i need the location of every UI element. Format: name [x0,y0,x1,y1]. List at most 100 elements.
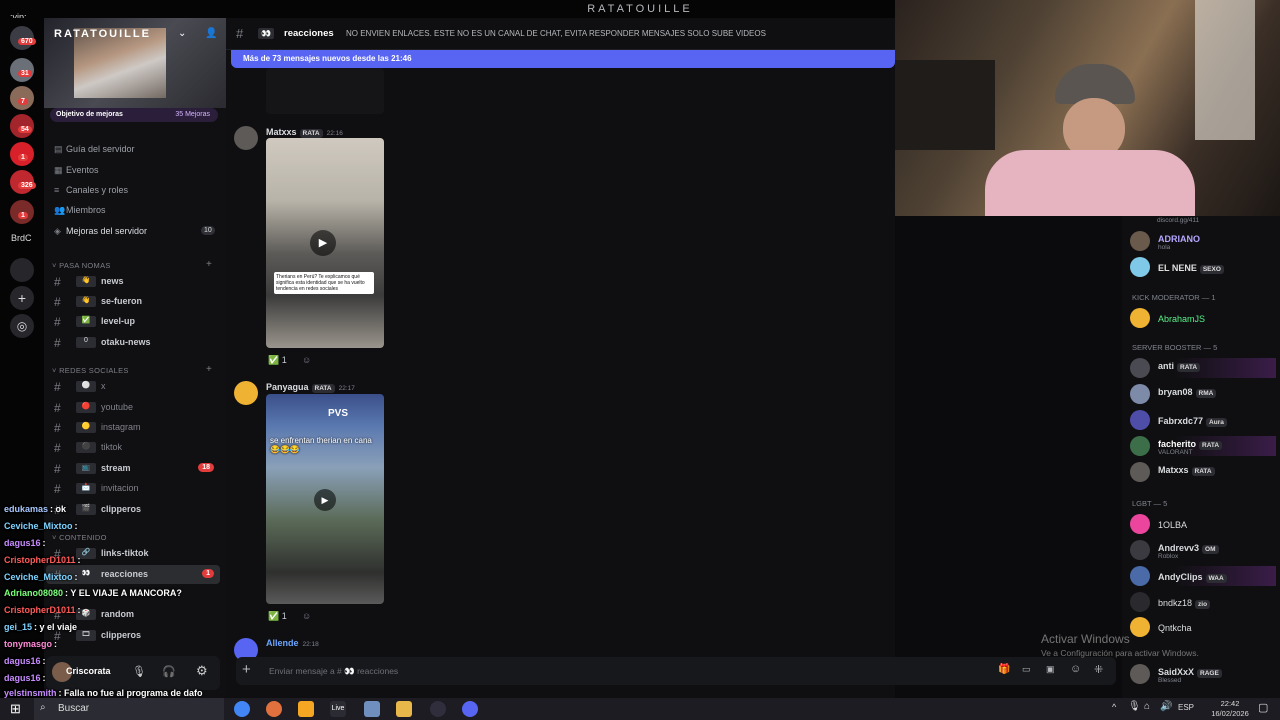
chrome-icon[interactable] [234,701,250,717]
member-item[interactable]: 1OLBA [1130,514,1276,534]
folder-icon[interactable] [396,701,412,717]
add-channel-icon[interactable]: + [206,364,212,375]
add-channel-icon[interactable]: + [206,259,212,270]
avatar[interactable] [234,381,258,405]
server-badge-2: 7 [18,98,28,105]
category-pasa-nomas[interactable]: ˅ PASA NOMAS [52,261,111,270]
user-name[interactable]: Criscorata [66,666,111,676]
tray-chevron-icon[interactable]: ^ [1112,702,1116,712]
files-icon[interactable] [364,701,380,717]
menu-server-guide[interactable]: ▤ Guía del servidor [54,144,135,155]
apps-icon[interactable]: ⁜ [1094,663,1103,676]
video-attachment[interactable]: PVS se enfrentan therian en cana 😂😂😂 ▶ [266,394,384,604]
search-placeholder: Buscar [58,703,90,714]
brave-icon[interactable] [298,701,314,717]
stream-chat-line: yelstinsmith: Falla no fue al programa d… [4,688,203,698]
server-icon-7[interactable] [10,258,34,282]
channel-youtube[interactable]: # 🔴 youtube [46,398,220,417]
video-attachment[interactable]: ▶ Therians en Perú? Te explicamos qué si… [266,138,384,348]
channel-topic[interactable]: NO ENVIEN ENLACES. ESTE NO ES UN CANAL D… [346,29,766,38]
gift-icon[interactable]: 🎁 [998,664,1010,675]
add-server-icon[interactable]: + [10,286,34,310]
member-item[interactable]: facherito RATA VALORANT [1130,436,1276,456]
channel-news[interactable]: # 👋 news [46,272,220,291]
menu-server-boosts[interactable]: ◈ Mejoras del servidor [54,226,147,237]
text-channel-icon: # [54,421,61,435]
category-redes-sociales[interactable]: ˅ REDES SOCIALES [52,366,129,375]
message-author[interactable]: Matxxs [266,127,297,137]
channel-instagram[interactable]: # 🟡 instagram [46,418,220,437]
windows-start-icon[interactable]: ⊞ [10,701,21,717]
channel-stream[interactable]: # 📺 stream 18 [46,459,220,478]
channel-level-up[interactable]: # ✅ level-up [46,312,220,331]
microphone-tray-icon[interactable]: 🎙 [1128,701,1141,712]
settings-gear-icon[interactable]: ⚙ [196,663,208,679]
play-icon[interactable]: ▶ [310,230,336,256]
invite-icon[interactable]: 👤 [205,28,217,39]
member-item[interactable]: AndyClips WAA [1130,566,1276,586]
emoji-icon[interactable]: ☺ [1070,663,1081,675]
new-messages-text: Más de 73 mensajes nuevos desde las 21:4… [243,54,412,63]
copilot-icon[interactable] [266,701,282,717]
new-messages-bar[interactable]: Más de 73 mensajes nuevos desde las 21:4… [231,50,895,68]
channel-otaku-news[interactable]: #0 otaku-news [46,333,220,352]
poster-wall [895,60,995,150]
channel-se-fueron[interactable]: # 👋 se-fueron [46,292,220,311]
clock[interactable]: 22:42 16/02/2026 [1206,699,1254,719]
member-item[interactable]: bndkz18 zio [1130,592,1276,612]
member-item[interactable]: AbrahamJS [1130,308,1276,328]
menu-members[interactable]: 👥Miembros [54,205,106,216]
headphones-icon[interactable]: 🎧 [162,665,176,678]
menu-events[interactable]: ▦ Eventos [54,165,99,176]
network-icon[interactable]: ⌂ [1144,701,1150,712]
member-item[interactable]: Matxxs RATA [1130,462,1276,482]
message-input[interactable]: Enviar mensaje a # 👀 reacciones [269,666,398,677]
channel-invitacion[interactable]: # 📩 invitacion [46,479,220,498]
menu-channels-roles[interactable]: ≡ Canales y roles [54,185,128,195]
chevron-down-icon[interactable]: ⌄ [178,28,186,39]
live-app-icon[interactable]: Live [330,701,346,717]
discord-icon[interactable] [462,701,478,717]
obs-icon[interactable] [430,701,446,717]
reaction[interactable]: ✅ 1 [268,355,287,366]
video-attachment[interactable] [266,68,384,114]
server-name[interactable]: RATATOUILLE [54,28,151,40]
member-top-text: discord.gg/411 [1157,217,1200,224]
video-caption: se enfrentan therian en cana 😂😂😂 [270,436,372,454]
message-author[interactable]: Allende [266,638,299,648]
category-contenido[interactable]: ˅ CONTENIDO [52,533,107,542]
microphone-icon[interactable]: 🎙 [132,665,146,678]
member-item[interactable]: bryan08 RMA [1130,384,1276,404]
notifications-icon[interactable]: ▢ [1258,701,1268,714]
text-channel-icon: # [54,275,61,289]
channel-clipperos[interactable]: # 🎬 clipperos [46,500,220,519]
unread-badge: 18 [198,463,214,472]
member-item[interactable]: Andrevv3 OM Roblox [1130,540,1276,560]
channel-x[interactable]: # ⚪ x [46,377,220,396]
avatar[interactable] [234,126,258,150]
play-icon[interactable]: ▶ [314,489,336,511]
attach-plus-icon[interactable]: + [242,661,251,678]
video-sign: PVS [328,408,349,419]
member-item[interactable]: EL NENE SEXO [1130,257,1276,277]
reaction[interactable]: ✅ 1 [268,611,287,622]
member-item[interactable]: SaidXxX RAGE Blessed [1130,664,1276,684]
add-reaction-icon[interactable]: ☺ [302,611,311,621]
message-author[interactable]: Panyagua [266,382,309,392]
channel-tiktok[interactable]: # ⚫ tiktok [46,438,220,457]
server-label-brdc[interactable]: BrdC [11,233,32,243]
gif-icon[interactable]: ▭ [1022,664,1031,675]
member-item[interactable]: Fabrxdc77 Aura [1130,410,1276,430]
boost-progress[interactable]: Objetivo de mejoras 35 Mejoras [50,108,218,122]
volume-icon[interactable]: 🔊 [1160,701,1172,712]
add-reaction-icon[interactable]: ☺ [302,355,311,365]
language-indicator[interactable]: ESP [1178,703,1194,712]
server-badge-3: 54 [18,126,32,133]
avatar [1130,566,1150,586]
member-item[interactable]: ADRIANO hola [1130,231,1276,251]
server-badge-5: 326 [18,182,36,189]
discover-icon[interactable]: ◎ [10,314,34,338]
taskbar-search[interactable]: ⌕ Buscar [34,698,224,720]
sticker-icon[interactable]: ▣ [1046,664,1055,675]
member-item[interactable]: anti RATA [1130,358,1276,378]
